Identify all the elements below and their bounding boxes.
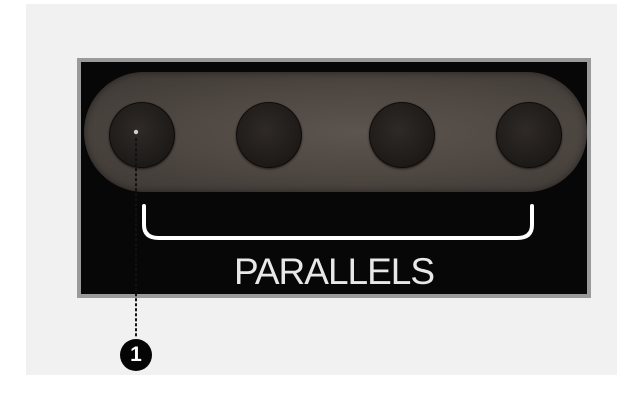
panel-label: PARALLELS: [233, 251, 435, 292]
jack-housing: [84, 72, 587, 192]
callout-number-badge: 1: [120, 339, 152, 371]
audio-jack-3-icon: [369, 102, 435, 168]
diagram-stage: PARALLELS 1: [0, 0, 617, 403]
audio-jack-1-icon: [109, 102, 175, 168]
patchbay-panel: PARALLELS: [77, 58, 591, 298]
audio-jack-2-icon: [236, 102, 302, 168]
audio-jack-4-icon: [496, 102, 562, 168]
